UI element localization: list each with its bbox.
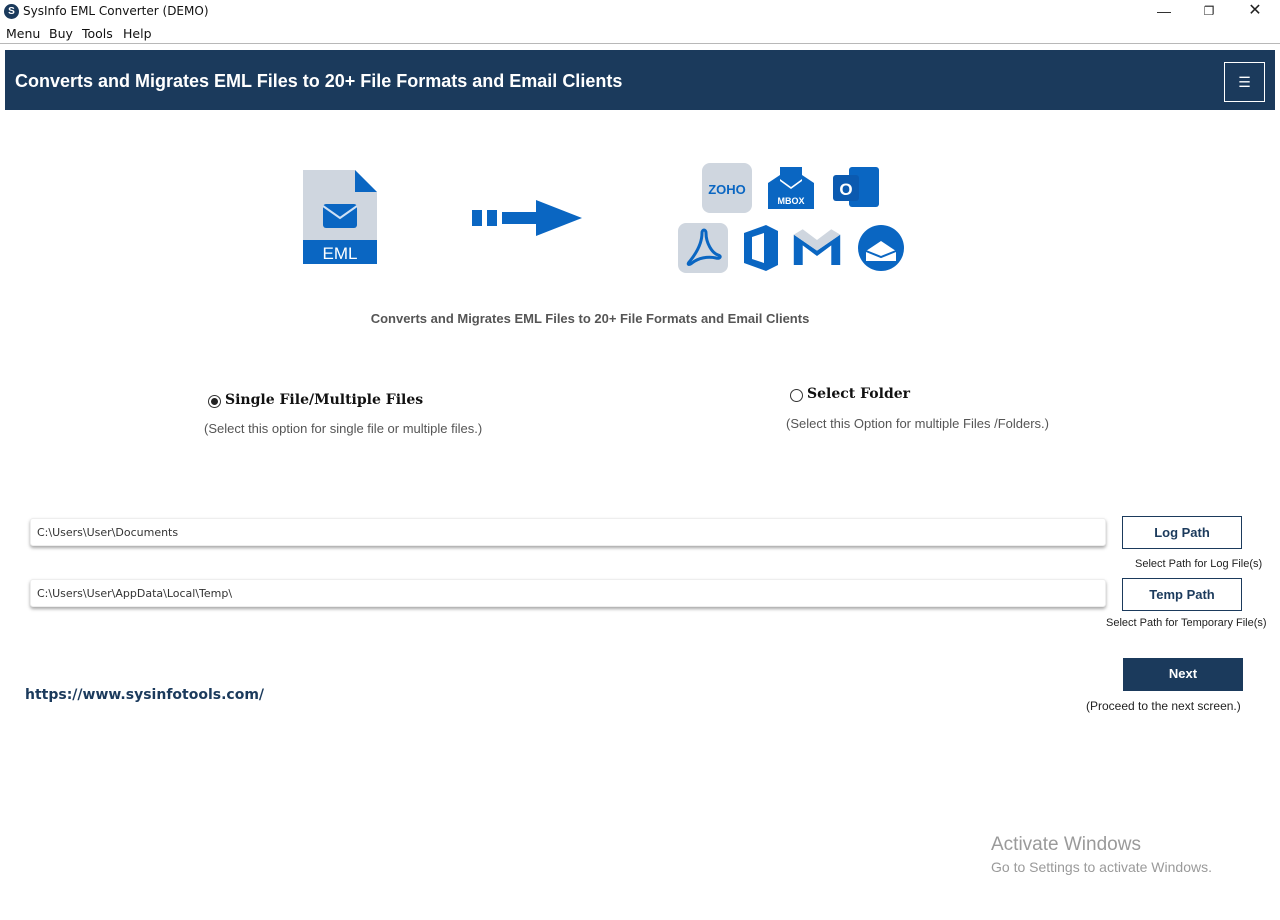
thunderbird-icon [858, 225, 904, 271]
outlook-letter: O [839, 180, 852, 199]
conversion-arrow-icon [472, 200, 582, 236]
zoho-icon: ZOHO [702, 163, 752, 213]
menu-item-menu[interactable]: Menu [6, 26, 40, 41]
header-banner: Converts and Migrates EML Files to 20+ F… [5, 50, 1275, 110]
eml-file-icon: EML [303, 170, 377, 264]
menu-item-tools[interactable]: Tools [82, 26, 113, 41]
window-title: SysInfo EML Converter (DEMO) [23, 4, 209, 18]
mbox-label: MBOX [778, 196, 805, 206]
pdf-icon [678, 223, 728, 273]
log-path-field[interactable]: C:\Users\User\Documents [30, 518, 1106, 546]
single-file-label[interactable]: Single File/Multiple Files [225, 392, 423, 408]
eml-file-label: EML [323, 244, 358, 263]
temp-path-field[interactable]: C:\Users\User\AppData\Local\Temp\ [30, 579, 1106, 607]
menu-item-buy[interactable]: Buy [49, 26, 73, 41]
temp-path-hint: Select Path for Temporary File(s) [1106, 617, 1267, 629]
temp-path-button[interactable]: Temp Path [1122, 578, 1242, 611]
gmail-icon [793, 229, 841, 265]
hero-subtitle: Converts and Migrates EML Files to 20+ F… [370, 311, 810, 326]
outlook-icon: O [833, 167, 879, 207]
close-button[interactable]: ✕ [1232, 0, 1278, 24]
title-bar: S SysInfo EML Converter (DEMO) — ❐ ✕ [0, 0, 1280, 24]
single-file-radio[interactable] [208, 395, 221, 408]
mbox-icon: MBOX [768, 167, 814, 209]
next-button[interactable]: Next [1123, 658, 1243, 691]
hamburger-menu-icon[interactable]: ☰ [1224, 62, 1265, 102]
log-path-hint: Select Path for Log File(s) [1135, 558, 1263, 570]
select-folder-description: (Select this Option for multiple Files /… [786, 416, 1049, 431]
target-format-icons: ZOHO MBOX O [676, 160, 908, 276]
office365-icon [744, 225, 778, 271]
website-link[interactable]: https://www.sysinfotools.com/ [25, 687, 264, 703]
zoho-label: ZOHO [708, 182, 746, 197]
maximize-button[interactable]: ❐ [1186, 0, 1232, 24]
app-logo-icon: S [4, 4, 19, 19]
menu-item-help[interactable]: Help [123, 26, 152, 41]
header-title: Converts and Migrates EML Files to 20+ F… [15, 71, 623, 91]
select-folder-label[interactable]: Select Folder [807, 386, 910, 402]
select-folder-radio[interactable] [790, 389, 803, 402]
menu-bar: Menu Buy Tools Help [0, 24, 1280, 44]
next-hint: (Proceed to the next screen.) [1086, 699, 1241, 713]
minimize-button[interactable]: — [1141, 0, 1187, 24]
single-file-description: (Select this option for single file or m… [204, 421, 483, 436]
activate-windows-subtitle: Go to Settings to activate Windows. [991, 859, 1212, 875]
activate-windows-title: Activate Windows [991, 834, 1141, 855]
log-path-button[interactable]: Log Path [1122, 516, 1242, 549]
